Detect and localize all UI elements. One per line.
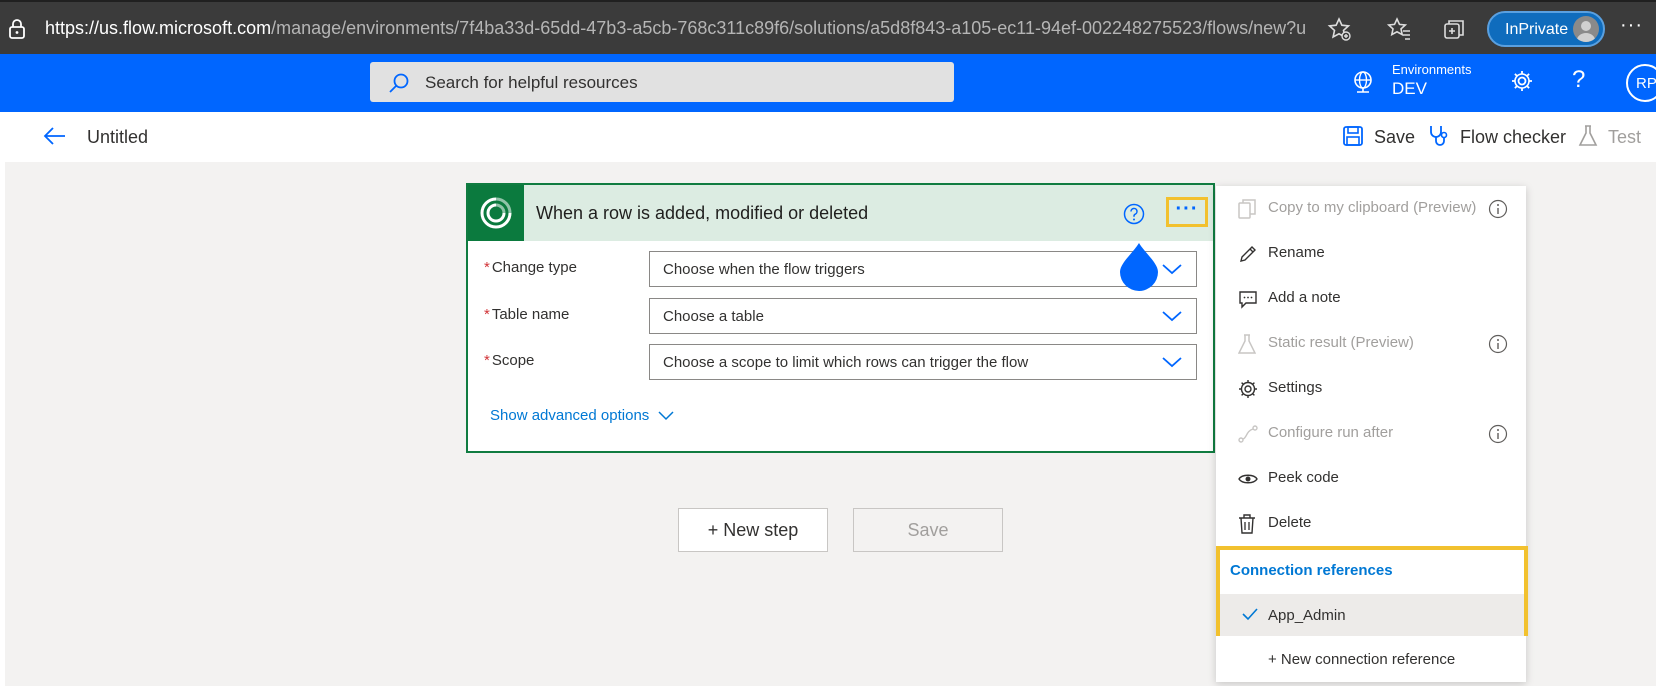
- scope-label-text: Scope: [491, 352, 535, 369]
- new-step-button[interactable]: + New step: [678, 508, 828, 552]
- show-advanced-options-link[interactable]: Show advanced options: [490, 407, 649, 424]
- help-circle-icon[interactable]: [1123, 203, 1145, 225]
- gear-icon: [1238, 379, 1258, 399]
- menu-item-label: Settings: [1268, 379, 1323, 396]
- scope-value: Choose a scope to limit which rows can t…: [663, 354, 1029, 371]
- menu-item-label: Rename: [1268, 244, 1325, 261]
- flow-title[interactable]: Untitled: [87, 127, 148, 148]
- trigger-card-header[interactable]: When a row is added, modified or deleted…: [468, 185, 1213, 241]
- cursor-drop-icon: [1119, 243, 1159, 291]
- lock-icon: [8, 19, 26, 39]
- flask-icon: [1238, 334, 1256, 354]
- favorites-icon[interactable]: [1387, 17, 1411, 41]
- url-path: /manage/environments/7f4ba33d-65dd-47b3-…: [271, 18, 1305, 38]
- copy-icon: [1238, 199, 1256, 219]
- pencil-icon: [1238, 244, 1258, 264]
- change-type-label-text: Change type: [491, 259, 577, 276]
- change-type-value: Choose when the flow triggers: [663, 261, 865, 278]
- connection-references-title: Connection references: [1230, 562, 1393, 579]
- save-disk-icon[interactable]: [1342, 125, 1364, 147]
- collections-icon[interactable]: [1442, 17, 1466, 41]
- required-mark: *: [484, 306, 490, 323]
- run-after-icon: [1238, 424, 1258, 444]
- inprivate-button[interactable]: InPrivate: [1487, 11, 1605, 47]
- menu-item-configure-run-after[interactable]: Configure run after: [1216, 411, 1526, 456]
- connection-references-section: Connection references App_Admin: [1216, 546, 1528, 636]
- environment-label: Environments: [1392, 62, 1472, 77]
- scope-dropdown[interactable]: Choose a scope to limit which rows can t…: [649, 344, 1197, 380]
- trigger-card: When a row is added, modified or deleted…: [466, 183, 1215, 453]
- scope-label: * Scope: [484, 352, 534, 369]
- menu-item-copy-to-clipboard[interactable]: Copy to my clipboard (Preview): [1216, 186, 1526, 231]
- change-type-label: * Change type: [484, 259, 577, 276]
- flow-checker-button[interactable]: Flow checker: [1460, 127, 1566, 148]
- menu-item-static-result[interactable]: Static result (Preview): [1216, 321, 1526, 366]
- new-connection-reference-button[interactable]: + New connection reference: [1268, 651, 1455, 668]
- table-name-value: Choose a table: [663, 308, 764, 325]
- test-button[interactable]: Test: [1608, 127, 1641, 148]
- back-arrow-icon[interactable]: [43, 126, 67, 146]
- browser-more-button[interactable]: ···: [1620, 14, 1643, 37]
- trigger-title: When a row is added, modified or deleted: [536, 203, 869, 223]
- card-context-menu: Copy to my clipboard (Preview) Rename Ad…: [1216, 186, 1528, 682]
- eye-icon: [1238, 469, 1258, 489]
- help-icon[interactable]: ?: [1572, 66, 1585, 94]
- chevron-down-icon: [1162, 262, 1182, 276]
- search-icon: [388, 72, 410, 94]
- required-mark: *: [484, 352, 490, 369]
- inprivate-label: InPrivate: [1505, 21, 1569, 38]
- menu-item-label: Delete: [1268, 514, 1312, 531]
- browser-address-bar: https://us.flow.microsoft.com/manage/env…: [0, 0, 1656, 54]
- app-header: Search for helpful resources Environment…: [0, 54, 1656, 112]
- environment-picker[interactable]: Environments DEV: [1392, 62, 1471, 99]
- stethoscope-icon[interactable]: [1427, 124, 1451, 148]
- chevron-down-icon[interactable]: [658, 410, 674, 422]
- menu-item-settings[interactable]: Settings: [1216, 366, 1526, 411]
- left-edge: [0, 112, 5, 686]
- menu-item-delete[interactable]: Delete: [1216, 501, 1526, 546]
- chevron-down-icon: [1162, 355, 1182, 369]
- chevron-down-icon: [1162, 309, 1182, 323]
- profile-avatar: [1573, 16, 1599, 42]
- menu-item-label: Configure run after: [1268, 424, 1394, 441]
- comment-icon: [1238, 289, 1258, 309]
- table-name-label: * Table name: [484, 306, 569, 323]
- trash-icon: [1238, 514, 1256, 534]
- info-icon[interactable]: [1488, 199, 1508, 219]
- info-icon[interactable]: [1488, 334, 1508, 354]
- user-avatar[interactable]: RP: [1626, 64, 1656, 102]
- dataverse-logo-icon: [468, 185, 524, 241]
- url-host: https://us.flow.microsoft.com: [45, 18, 272, 38]
- search-placeholder: Search for helpful resources: [425, 73, 638, 92]
- connection-reference-label: App_Admin: [1268, 607, 1346, 624]
- change-type-dropdown[interactable]: Choose when the flow triggers: [649, 251, 1197, 287]
- menu-item-label: Peek code: [1268, 469, 1339, 486]
- menu-item-label: Static result (Preview): [1268, 334, 1414, 351]
- card-more-options-button[interactable]: ···: [1166, 197, 1208, 227]
- table-name-dropdown[interactable]: Choose a table: [649, 298, 1197, 334]
- menu-item-label: Add a note: [1268, 289, 1341, 306]
- info-icon[interactable]: [1488, 424, 1508, 444]
- flask-icon: [1578, 124, 1598, 148]
- menu-item-add-note[interactable]: Add a note: [1216, 276, 1526, 321]
- save-button[interactable]: Save: [1374, 127, 1415, 148]
- connection-reference-item[interactable]: App_Admin: [1220, 594, 1524, 636]
- required-mark: *: [484, 259, 490, 276]
- canvas-save-button[interactable]: Save: [853, 508, 1003, 552]
- add-favorite-icon[interactable]: [1327, 17, 1351, 41]
- search-box[interactable]: Search for helpful resources: [370, 62, 954, 102]
- environment-icon[interactable]: [1351, 70, 1375, 94]
- environment-name: DEV: [1392, 79, 1427, 98]
- url-field[interactable]: https://us.flow.microsoft.com/manage/env…: [45, 18, 1305, 39]
- menu-item-label: Copy to my clipboard (Preview): [1268, 199, 1477, 216]
- command-bar: Untitled Save Flow checker Test: [5, 112, 1656, 162]
- menu-item-peek-code[interactable]: Peek code: [1216, 456, 1526, 501]
- settings-gear-icon[interactable]: [1510, 69, 1534, 93]
- menu-item-rename[interactable]: Rename: [1216, 231, 1526, 276]
- table-name-label-text: Table name: [491, 306, 570, 323]
- checkmark-icon: [1242, 607, 1258, 621]
